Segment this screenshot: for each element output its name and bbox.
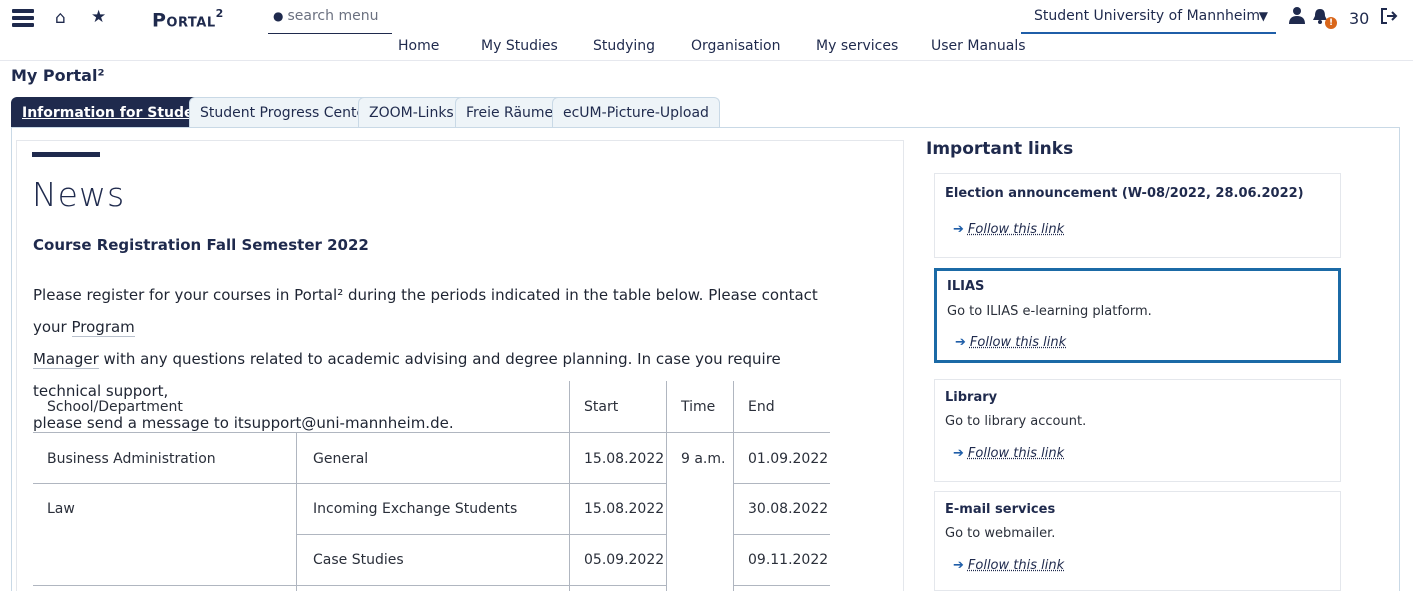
link-card-library: Library Go to library account. ➔ Follow t… [934, 379, 1341, 482]
follow-link-label: Follow this link [967, 558, 1065, 573]
nav-organisation[interactable]: Organisation [691, 38, 780, 54]
follow-link[interactable]: ➔ Follow this link [953, 222, 1064, 237]
card-title: ILIAS [947, 279, 985, 294]
search-input[interactable]: ● search menu [268, 8, 392, 34]
news-text-3: please send a message to [33, 414, 234, 432]
portal-logo[interactable]: Portal2 [152, 7, 224, 32]
university-label: Student University of Mannheim [1034, 8, 1260, 24]
nav-my-studies[interactable]: My Studies [481, 38, 558, 54]
table-cell-start: 05.09.2022 [584, 552, 665, 568]
table-header-time: Time [681, 399, 716, 415]
table-cell-program: Case Studies [313, 552, 404, 568]
notification-badge: ! [1325, 17, 1337, 29]
table-cell-end: 30.08.2022 [748, 501, 829, 517]
card-title: Election announcement (W-08/2022, 28.06.… [945, 186, 1304, 201]
table-cell-end: 09.11.2022 [748, 552, 829, 568]
news-text-2: with any questions related to academic a… [33, 350, 781, 400]
search-placeholder: search menu [287, 8, 379, 24]
news-accent-bar [32, 152, 100, 157]
nav-home[interactable]: Home [398, 38, 439, 54]
news-text-1: Please register for your courses in Port… [33, 286, 818, 336]
follow-link-label: Follow this link [967, 222, 1065, 237]
link-card-ilias: ILIAS Go to ILIAS e-learning platform. ➔… [934, 268, 1341, 363]
home-icon[interactable]: ⌂ [55, 8, 66, 28]
table-header-school: School/Department [47, 399, 183, 415]
star-icon[interactable]: ★ [91, 7, 106, 27]
important-links-heading: Important links [926, 139, 1074, 159]
link-card-election: Election announcement (W-08/2022, 28.06.… [934, 173, 1341, 258]
chevron-down-icon: ▼ [1258, 9, 1268, 23]
card-desc: Go to library account. [945, 414, 1087, 429]
table-cell-start: 15.08.2022 [584, 451, 665, 467]
user-icon[interactable] [1288, 6, 1306, 29]
news-text-3-end: . [448, 414, 454, 432]
arrow-right-icon: ➔ [953, 558, 964, 573]
arrow-right-icon: ➔ [953, 446, 964, 461]
arrow-right-icon: ➔ [953, 222, 964, 237]
notification-count: 30 [1349, 9, 1370, 28]
card-desc: Go to webmailer. [945, 526, 1056, 541]
program-manager-link-part2[interactable]: Manager [33, 350, 99, 369]
tab-student-progress-center[interactable]: Student Progress Center [189, 97, 382, 128]
follow-link-label: Follow this link [967, 446, 1065, 461]
table-cell-dept: Business Administration [47, 451, 216, 467]
program-manager-link-part1[interactable]: Program [71, 318, 135, 337]
table-cell-time: 9 a.m. [681, 451, 726, 467]
tab-freie-raeume[interactable]: Freie Räume [455, 97, 565, 128]
table-header-end: End [748, 399, 775, 415]
nav-user-manuals[interactable]: User Manuals [931, 38, 1026, 54]
page-title: My Portal² [11, 66, 105, 85]
news-heading: News [32, 175, 126, 214]
header-divider [0, 60, 1413, 61]
logout-icon[interactable] [1380, 6, 1398, 30]
follow-link-label: Follow this link [969, 335, 1067, 350]
table-cell-program: Incoming Exchange Students [313, 501, 518, 517]
follow-link[interactable]: ➔ Follow this link [953, 446, 1064, 461]
logo-sup: 2 [215, 7, 224, 20]
nav-studying[interactable]: Studying [593, 38, 655, 54]
card-title: Library [945, 390, 998, 405]
itsupport-email-link[interactable]: itsupport@uni-mannheim.de [233, 414, 449, 433]
card-title: E-mail services [945, 502, 1056, 517]
university-select[interactable]: Student University of Mannheim ▼ [1021, 8, 1276, 34]
logo-text: Portal [152, 9, 216, 32]
nav-my-services[interactable]: My services [816, 38, 898, 54]
table-cell-dept: Law [47, 501, 75, 517]
arrow-right-icon: ➔ [955, 335, 966, 350]
follow-link[interactable]: ➔ Follow this link [953, 558, 1064, 573]
table-cell-start: 15.08.2022 [584, 501, 665, 517]
tab-ecum-picture-upload[interactable]: ecUM-Picture-Upload [552, 97, 720, 128]
table-cell-program: General [313, 451, 369, 467]
news-body: Please register for your courses in Port… [33, 279, 853, 439]
table-cell-end: 01.09.2022 [748, 451, 829, 467]
table-header-start: Start [584, 399, 619, 415]
menu-icon[interactable] [12, 9, 34, 27]
news-subheading: Course Registration Fall Semester 2022 [33, 236, 369, 254]
search-pin-icon: ● [273, 9, 284, 23]
card-desc: Go to ILIAS e-learning platform. [947, 304, 1152, 319]
tab-zoom-links[interactable]: ZOOM-Links [358, 97, 465, 128]
follow-link[interactable]: ➔ Follow this link [955, 335, 1066, 350]
link-card-email: E-mail services Go to webmailer. ➔ Follow… [934, 491, 1341, 591]
